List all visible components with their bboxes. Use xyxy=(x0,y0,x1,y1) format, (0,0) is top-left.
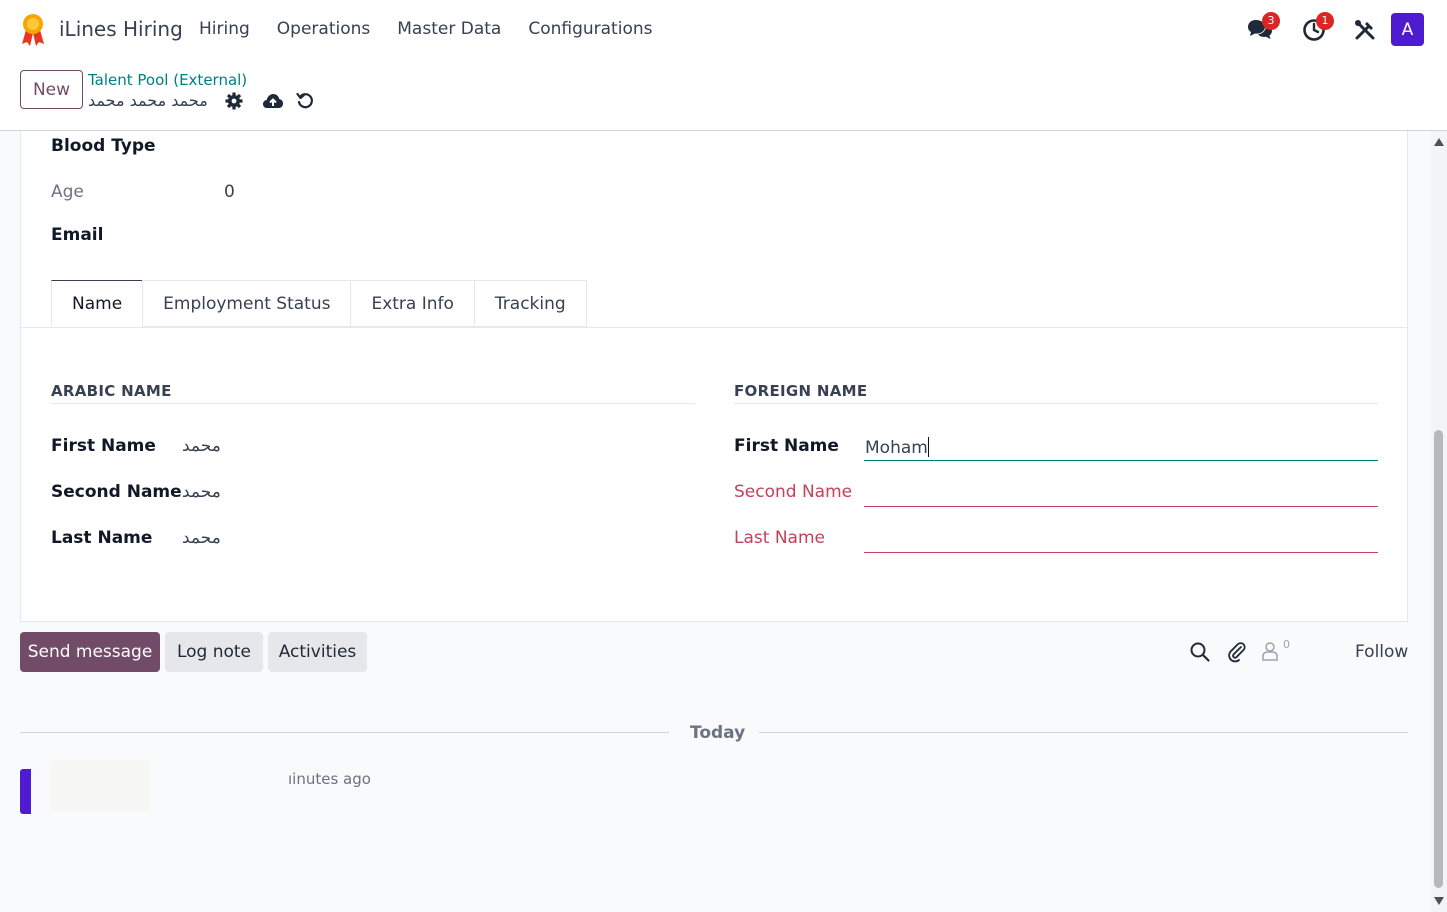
foreign-first-name-underline xyxy=(864,460,1378,461)
notebook-tabs: Name Employment Status Extra Info Tracki… xyxy=(51,280,587,327)
new-button[interactable]: New xyxy=(20,70,83,109)
foreign-name-title: FOREIGN NAME xyxy=(734,382,868,400)
followers-count: 0 xyxy=(1283,638,1290,651)
paperclip-icon[interactable] xyxy=(1226,641,1248,663)
today-label: Today xyxy=(690,723,746,743)
follow-button[interactable]: Follow xyxy=(1355,642,1408,662)
ribbon-award-icon[interactable] xyxy=(20,13,46,47)
breadcrumb-talent-pool[interactable]: Talent Pool (External) xyxy=(88,71,247,89)
blood-type-label: Blood Type xyxy=(51,136,156,156)
tabs-divider xyxy=(21,327,1407,328)
tab-tracking[interactable]: Tracking xyxy=(473,280,587,327)
tab-extra-info[interactable]: Extra Info xyxy=(350,280,475,327)
age-label: Age xyxy=(51,182,84,202)
tab-employment-status[interactable]: Employment Status xyxy=(142,280,352,327)
form-sheet: Blood Type Age 0 Email Name Employment S… xyxy=(20,131,1408,622)
scroll-up-arrow-icon[interactable] xyxy=(1434,138,1444,146)
messages-badge: 3 xyxy=(1262,12,1280,30)
foreign-name-separator xyxy=(734,403,1378,404)
foreign-last-name-label: Last Name xyxy=(734,528,825,548)
activities-clock-icon[interactable]: 1 xyxy=(1300,12,1334,44)
arabic-last-name-value: محمد xyxy=(182,528,221,548)
message-author-placeholder xyxy=(50,760,150,812)
arabic-first-name-value: محمد xyxy=(182,436,221,456)
foreign-first-name-input[interactable]: Moham xyxy=(865,437,929,458)
search-icon[interactable] xyxy=(1189,641,1211,663)
arabic-first-name-label: First Name xyxy=(51,436,156,456)
arabic-last-name-label: Last Name xyxy=(51,528,153,548)
app-name[interactable]: iLines Hiring xyxy=(59,17,183,41)
scrollbar-thumb[interactable] xyxy=(1434,430,1443,888)
menu-item-hiring[interactable]: Hiring xyxy=(199,19,250,39)
foreign-second-name-label: Second Name xyxy=(734,482,853,502)
foreign-first-name-label: First Name xyxy=(734,436,839,456)
menu-item-configurations[interactable]: Configurations xyxy=(528,19,652,39)
foreign-first-name-text: Moham xyxy=(865,438,928,458)
top-navbar: iLines Hiring Hiring Operations Master D… xyxy=(0,0,1447,60)
activities-button[interactable]: Activities xyxy=(268,632,367,672)
message-timestamp: ıinutes ago xyxy=(288,770,371,788)
gear-icon[interactable] xyxy=(225,92,245,112)
tab-name[interactable]: Name xyxy=(51,280,144,327)
foreign-last-name-underline xyxy=(864,552,1378,553)
log-note-button[interactable]: Log note xyxy=(165,632,263,672)
foreign-second-name-input[interactable] xyxy=(865,483,1377,505)
page-scrollbar[interactable] xyxy=(1431,131,1447,912)
menu-item-operations[interactable]: Operations xyxy=(277,19,370,39)
discard-undo-icon[interactable] xyxy=(296,92,316,112)
message-author-avatar xyxy=(20,769,31,814)
cloud-upload-icon[interactable] xyxy=(262,92,283,112)
age-value: 0 xyxy=(224,182,235,202)
today-separator-right xyxy=(759,732,1408,733)
email-label: Email xyxy=(51,225,104,245)
foreign-last-name-input[interactable] xyxy=(865,529,1377,551)
messages-icon[interactable]: 3 xyxy=(1246,12,1280,44)
today-separator-left xyxy=(20,732,669,733)
main-menu: Hiring Operations Master Data Configurat… xyxy=(199,19,652,39)
control-panel: New Talent Pool (External) محمد محمد محم… xyxy=(0,60,1447,131)
user-avatar[interactable]: A xyxy=(1391,13,1424,46)
arabic-second-name-label: Second Name xyxy=(51,482,182,502)
foreign-second-name-underline xyxy=(864,506,1378,507)
tools-icon[interactable] xyxy=(1351,16,1379,44)
arabic-name-separator xyxy=(51,403,695,404)
activities-badge: 1 xyxy=(1316,12,1334,30)
followers-person-icon[interactable] xyxy=(1261,641,1283,663)
arabic-second-name-value: محمد xyxy=(182,482,221,502)
arabic-name-title: ARABIC NAME xyxy=(51,382,172,400)
scroll-down-arrow-icon[interactable] xyxy=(1434,897,1444,905)
send-message-button[interactable]: Send message xyxy=(20,632,160,672)
record-name: محمد محمد محمد xyxy=(88,91,208,110)
text-caret xyxy=(927,437,929,457)
menu-item-master-data[interactable]: Master Data xyxy=(397,19,501,39)
